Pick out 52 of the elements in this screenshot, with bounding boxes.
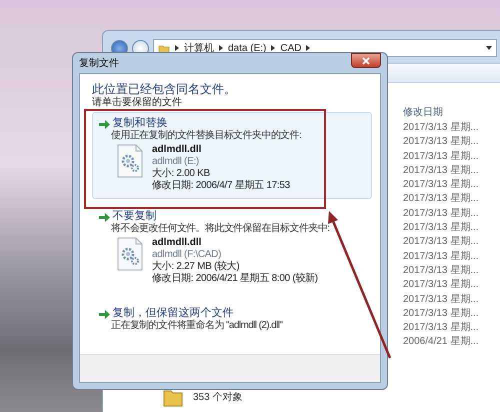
column-header[interactable]: 修改日期 — [403, 105, 479, 121]
table-cell-text: 2017/3/13 星期... — [403, 235, 479, 250]
file-size: 大小: 2.00 KB — [152, 168, 211, 180]
arrow-icon — [99, 118, 110, 128]
breadcrumb-item[interactable]: CAD — [280, 40, 302, 56]
table-cell: 2017/3/13 星期... — [403, 250, 479, 264]
chevron-icon — [270, 44, 276, 52]
close-icon — [362, 56, 370, 64]
arrow-icon — [99, 212, 110, 222]
breadcrumb-item[interactable]: 计算机 — [184, 40, 214, 56]
choice-option[interactable]: 不要复制 将不会更改任何文件。将此文件保留在目标文件夹中: adlmdll.dll adlmdll (F:\CAD) 大小: 2.27 MB (较大) 修改日期: 2006/4/21 星期五 8:00 (较新) — [92, 205, 372, 292]
status-text: 353 个对象 — [193, 390, 242, 404]
close-button[interactable] — [351, 53, 381, 68]
chevron-icon — [218, 44, 224, 52]
document-gear-icon — [117, 144, 144, 179]
table-cell-text: 2006/4/21 星期... — [403, 335, 479, 350]
table-cell-text: 2017/3/13 星期... — [403, 264, 479, 278]
table-cell-text: 2017/3/13 星期... — [403, 164, 479, 178]
chevron-icon — [174, 44, 180, 52]
file-location: adlmdll (F:\CAD) — [152, 249, 222, 260]
option-description: 将不会更改任何文件。将此文件保留在目标文件夹中: — [110, 223, 330, 235]
option-title: 复制和替换 — [112, 117, 168, 130]
file-size: 大小: 2.27 MB (较大) — [152, 261, 240, 272]
table-cell-text: 2017/3/13 星期... — [403, 121, 479, 135]
file-modified-date: 修改日期: 2006/4/7 星期五 17:53 — [152, 180, 290, 192]
table-cell-text: 2017/3/13 星期... — [403, 135, 479, 150]
option-title: 复制，但保留这两个文件 — [112, 307, 234, 320]
file-name: adlmdll.dll — [152, 237, 202, 249]
file-modified-date: 修改日期: 2006/4/21 星期五 8:00 (较新) — [152, 273, 318, 285]
table-cell: 2017/3/13 星期... — [403, 292, 479, 307]
instruction-text: 请单击要保留的文件 — [92, 97, 183, 109]
table-cell-text: 2017/3/13 星期... — [403, 306, 479, 321]
file-name: adlmdll.dll — [152, 144, 202, 156]
table-cell: 2017/3/13 星期... — [403, 178, 479, 192]
table-cell: 2017/3/13 星期... — [403, 321, 479, 336]
dialog-heading: 此位置已经包含同名文件。 — [92, 82, 237, 96]
document-gear-icon — [117, 237, 144, 272]
choice-option[interactable]: 复制和替换 使用正在复制的文件替换目标文件夹中的文件: adlmdll.dll adlmdll (E:) 大小: 2.00 KB 修改日期: 2006/4/7 星期五 17:53 — [92, 112, 372, 199]
arrow-icon — [99, 308, 110, 318]
file-location: adlmdll (E:) — [152, 156, 200, 168]
table-cell: 2017/3/13 星期... — [403, 221, 479, 236]
table-cell: 2017/3/13 星期... — [403, 150, 479, 164]
dialog-title: 复制文件 — [79, 56, 119, 70]
table-cell-text: 2017/3/13 星期... — [403, 206, 479, 221]
option-description: 使用正在复制的文件替换目标文件夹中的文件: — [110, 130, 302, 142]
chevron-icon — [305, 44, 312, 52]
option-title: 不要复制 — [112, 210, 156, 223]
dropdown-caret-icon — [486, 45, 492, 51]
table-cell-text: 2017/3/13 星期... — [403, 192, 479, 206]
choice-option[interactable]: 复制，但保留这两个文件 正在复制的文件将重命名为 "adlmdll (2).dll" — [92, 302, 372, 339]
table-cell-text: 2017/3/13 星期... — [403, 278, 479, 292]
option-description: 正在复制的文件将重命名为 "adlmdll (2).dll" — [110, 320, 284, 332]
